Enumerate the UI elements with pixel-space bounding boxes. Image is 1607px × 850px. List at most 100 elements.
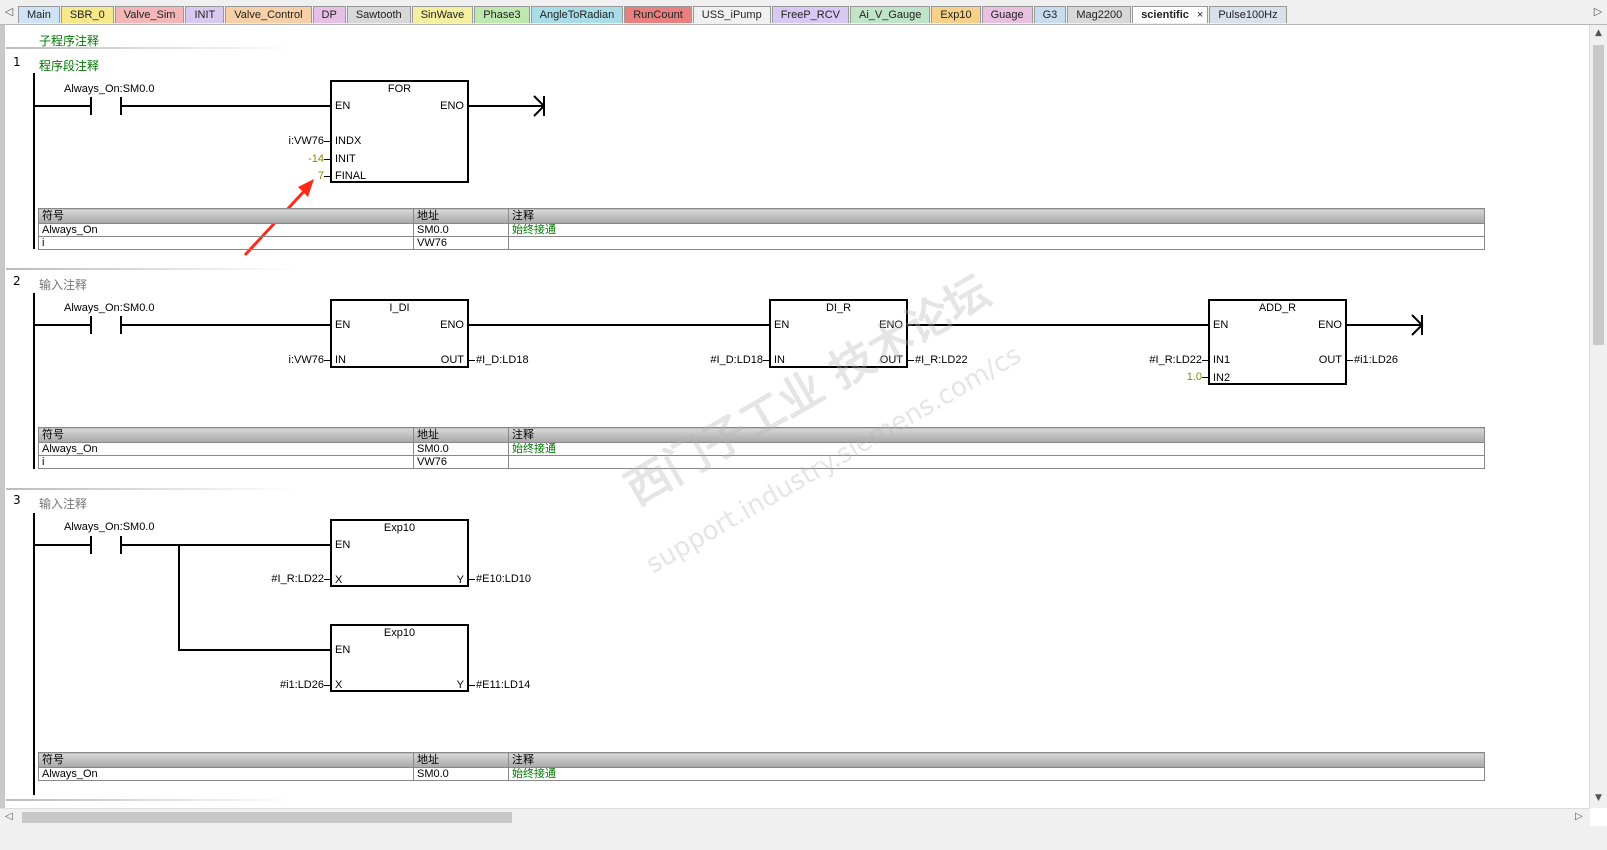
horizontal-scrollbar[interactable]: ◁ ▷ (0, 808, 1590, 826)
tab-runcount[interactable]: RunCount (624, 6, 692, 23)
tab-sbr-0[interactable]: SBR_0 (60, 6, 114, 23)
close-tab-icon[interactable]: × (1197, 9, 1203, 21)
symbol-table: 符号 地址 注释 Always_On SM0.0 始终接通 i VW76 (38, 208, 1485, 250)
en-pin: EN (335, 100, 351, 112)
tab-angletoradian[interactable]: AngleToRadian (530, 6, 624, 23)
rung-number: 2 (13, 274, 21, 288)
x-input[interactable]: #I_R:LD22 (250, 573, 324, 585)
exp10-box[interactable]: Exp10 EN X Y (330, 519, 469, 587)
in1-input[interactable]: #I_R:LD22 (1130, 354, 1202, 366)
power-rail (33, 513, 35, 795)
y-pin: Y (456, 574, 464, 586)
box-title: FOR (387, 83, 412, 95)
pin-tick (324, 176, 330, 177)
tab-freep-rcv[interactable]: FreeP_RCV (771, 6, 849, 23)
en-pin: EN (335, 644, 351, 656)
rung-number: 1 (13, 55, 21, 69)
tab-pulse100hz[interactable]: Pulse100Hz (1209, 6, 1287, 23)
tab-scientific[interactable]: scientific × (1132, 6, 1209, 23)
branch-wire (178, 544, 180, 651)
ladder-editor: 子程序注释 1 程序段注释 Always_On:SM0.0 FOR EN ENO… (0, 25, 1590, 833)
for-box[interactable]: FOR EN ENO INDX INIT FINAL (330, 80, 469, 183)
x-input[interactable]: #i1:LD26 (250, 679, 324, 691)
address-header: 地址 (413, 752, 509, 768)
branch-wire (178, 649, 331, 651)
contact-left-bar[interactable] (90, 536, 92, 554)
tab-g3[interactable]: G3 (1033, 6, 1067, 23)
in1-pin: IN1 (1213, 354, 1231, 366)
scroll-left-icon[interactable]: ◁ (5, 811, 13, 822)
pin-tick (469, 360, 475, 361)
tab-uss-ipump[interactable]: USS_iPump (692, 6, 771, 23)
horizontal-scroll-thumb[interactable] (22, 812, 512, 823)
in-input[interactable]: i:VW76 (260, 354, 324, 366)
separator (6, 488, 296, 490)
en-pin: EN (335, 319, 351, 331)
tab-label: Valve_Control (234, 9, 303, 21)
tab-exp10[interactable]: Exp10 (931, 6, 981, 23)
symbol-header: 符号 (38, 427, 414, 443)
tab-guage[interactable]: Guage (981, 6, 1033, 23)
box-title: Exp10 (383, 522, 416, 534)
symbol-table: 符号 地址 注释 Always_On SM0.0 始终接通 (38, 752, 1485, 781)
in-input[interactable]: #I_D:LD18 (690, 354, 763, 366)
contact-left-bar[interactable] (90, 97, 92, 115)
tab-label: Ai_V_Gauge (859, 9, 922, 21)
tab-valve-sim[interactable]: Valve_Sim (114, 6, 185, 23)
contact-left-bar[interactable] (90, 316, 92, 334)
tab-label: DP (321, 9, 337, 21)
tab-sinwave[interactable]: SinWave (411, 6, 474, 23)
out-output[interactable]: #I_D:LD18 (476, 354, 529, 366)
tab-init[interactable]: INIT (185, 6, 225, 23)
y-output[interactable]: #E10:LD10 (476, 573, 531, 585)
rung-wire (34, 544, 90, 546)
tab-label: SinWave (420, 9, 465, 21)
contact-label[interactable]: Always_On:SM0.0 (64, 83, 154, 95)
contact-label[interactable]: Always_On:SM0.0 (64, 521, 154, 533)
tab-mag2200[interactable]: Mag2200 (1067, 6, 1132, 23)
tab-valve-control[interactable]: Valve_Control (225, 6, 312, 23)
rung-wire (122, 544, 331, 546)
symbol-cell: i (38, 236, 414, 250)
rung-comment[interactable]: 输入注释 (39, 276, 87, 293)
symbol-header: 符号 (38, 752, 414, 768)
comment-cell: 始终接通 (508, 223, 1485, 237)
separator (6, 268, 296, 270)
comment-header: 注释 (508, 752, 1485, 768)
rung-comment[interactable]: 程序段注释 (39, 57, 99, 74)
i-di-box[interactable]: I_DI EN ENO IN OUT (330, 299, 469, 368)
init-input[interactable]: -14 (260, 153, 324, 165)
address-cell: SM0.0 (413, 442, 509, 456)
table-row: Always_On SM0.0 始终接通 (38, 223, 1485, 237)
add-r-box[interactable]: ADD_R EN ENO IN1 IN2 OUT (1208, 299, 1347, 385)
tab-scroll-right-icon[interactable]: ▷ (1591, 5, 1605, 18)
exp10-box[interactable]: Exp10 EN X Y (330, 624, 469, 692)
box-title: Exp10 (383, 627, 416, 639)
pin-tick (763, 360, 769, 361)
pin-tick (469, 685, 475, 686)
tab-label: AngleToRadian (539, 9, 615, 21)
scroll-up-icon[interactable]: ▲ (1590, 28, 1607, 38)
tab-main[interactable]: Main (18, 6, 60, 23)
table-row: Always_On SM0.0 始终接通 (38, 767, 1485, 781)
tab-scroll-left-icon[interactable]: ◁ (2, 5, 16, 18)
tab-ai-v-gauge[interactable]: Ai_V_Gauge (850, 6, 931, 23)
vertical-scroll-thumb[interactable] (1593, 45, 1604, 345)
tab-dp[interactable]: DP (312, 6, 346, 23)
address-cell: VW76 (413, 455, 509, 469)
indx-input[interactable]: i:VW76 (260, 135, 324, 147)
pin-tick (324, 579, 330, 580)
rung-comment[interactable]: 输入注释 (39, 495, 87, 512)
contact-label[interactable]: Always_On:SM0.0 (64, 302, 154, 314)
rung-wire (122, 105, 331, 107)
vertical-scrollbar[interactable]: ▲ ▼ (1589, 25, 1607, 808)
tab-sawtooth[interactable]: Sawtooth (346, 6, 411, 23)
in2-input[interactable]: 1.0 (1130, 371, 1202, 383)
tab-phase3[interactable]: Phase3 (474, 6, 530, 23)
tab-label: G3 (1042, 9, 1058, 21)
scroll-down-icon[interactable]: ▼ (1590, 793, 1607, 803)
scroll-right-icon[interactable]: ▷ (1575, 811, 1583, 822)
comment-cell: 始终接通 (508, 767, 1485, 781)
y-output[interactable]: #E11:LD14 (476, 679, 530, 691)
out-output[interactable]: #i1:LD26 (1354, 354, 1398, 366)
